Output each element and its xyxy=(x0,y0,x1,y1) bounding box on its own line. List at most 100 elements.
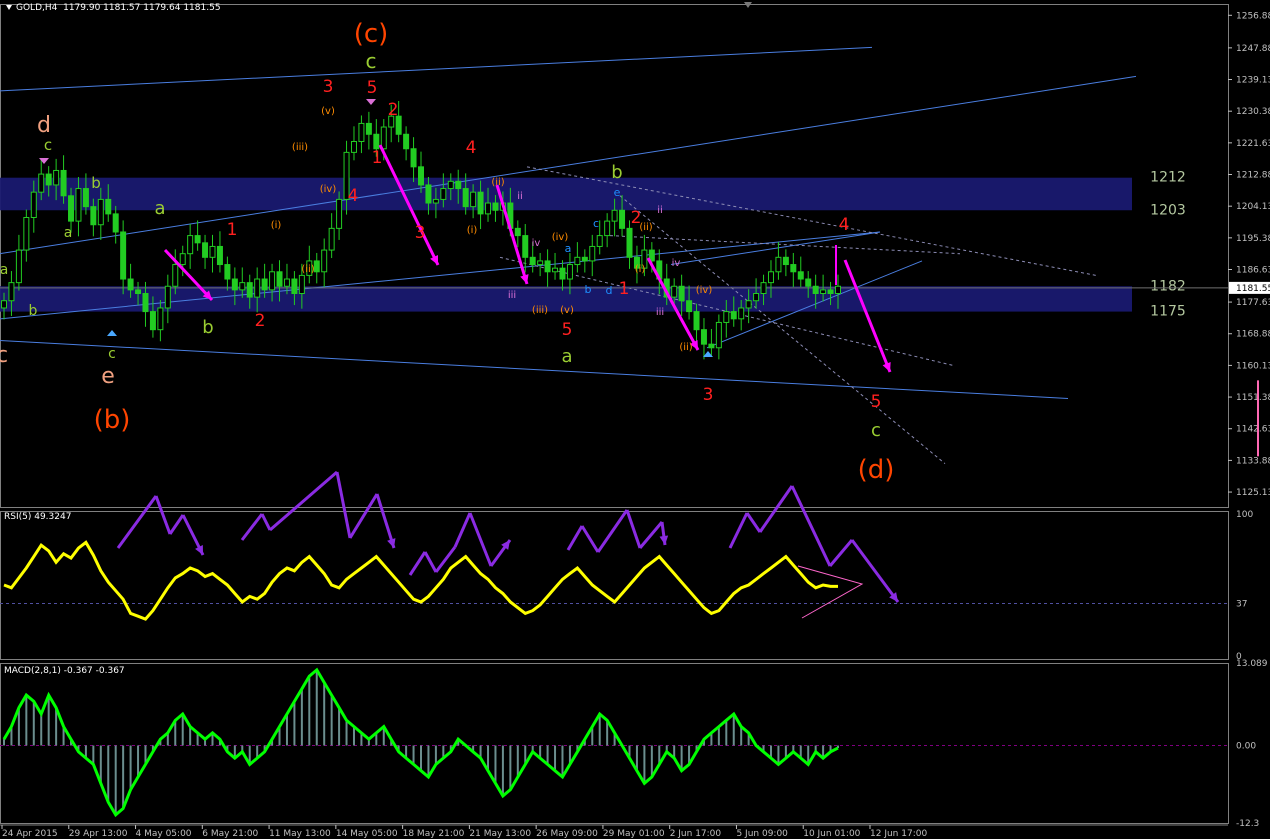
wave-label: e xyxy=(614,186,621,199)
rsi-pattern-line xyxy=(269,470,338,532)
zone-label-top: 1212 xyxy=(1150,170,1186,186)
price-tick-label: 1212.88 xyxy=(1236,171,1270,181)
candle-body xyxy=(775,256,782,273)
rsi-pattern-line xyxy=(580,525,600,553)
candle-body xyxy=(522,235,529,258)
wave-label: c xyxy=(0,343,8,368)
price-tick-label: 1125.13 xyxy=(1236,488,1270,498)
candle-body xyxy=(68,195,75,222)
wave-label: 4 xyxy=(348,186,359,206)
zone-label-top: 1182 xyxy=(1150,278,1186,294)
candle-body xyxy=(745,300,752,309)
time-tick-label: 4 May 05:00 xyxy=(136,829,192,839)
wave-label: 2 xyxy=(255,311,266,331)
candle-body xyxy=(38,173,45,193)
candle-body xyxy=(291,278,298,294)
time-tick-label: 12 Jun 17:00 xyxy=(870,829,927,839)
time-tick-label: 10 Jun 01:00 xyxy=(803,829,860,839)
rsi-pattern-line xyxy=(566,525,584,551)
price-tick-label: 1142.63 xyxy=(1236,425,1270,435)
candle-body xyxy=(604,220,611,237)
wave-label: (iii) xyxy=(292,142,308,153)
wave-label: (i) xyxy=(271,220,282,231)
shift-marker-icon[interactable] xyxy=(744,2,752,8)
candle-body xyxy=(790,264,797,273)
candle-body xyxy=(581,256,588,262)
wave-label: (ii) xyxy=(679,342,692,353)
price-tick-label: 1247.88 xyxy=(1236,44,1270,54)
candle-body xyxy=(715,321,722,349)
candle-body xyxy=(261,278,268,291)
candle-body xyxy=(797,271,804,280)
trend-line xyxy=(0,46,873,92)
rsi-pattern-line xyxy=(335,471,352,539)
wave-label: b xyxy=(611,162,622,183)
rsi-triangle xyxy=(797,565,864,619)
wave-label: 2 xyxy=(388,100,399,120)
support-resistance-zone xyxy=(0,177,1132,211)
candle-body xyxy=(708,343,715,349)
ohlc-values: 1179.90 1181.57 1179.64 1181.55 xyxy=(63,3,221,13)
pivot-arrow-icon xyxy=(366,99,376,105)
wave-label: (v) xyxy=(321,106,335,117)
candle-body xyxy=(45,173,52,186)
wave-label: 4 xyxy=(466,138,477,158)
wave-label: c xyxy=(593,217,599,230)
candle-body xyxy=(410,148,417,168)
rsi-pattern-line xyxy=(468,512,493,567)
candle-body xyxy=(485,202,492,215)
time-tick-label: 29 Apr 13:00 xyxy=(69,829,128,839)
wave-label: b xyxy=(91,174,101,192)
wave-label: (ii) xyxy=(491,177,504,188)
candle-body xyxy=(127,278,134,291)
candle-body xyxy=(462,188,469,208)
symbol-header[interactable]: GOLD,H4 1179.90 1181.57 1179.64 1181.55 xyxy=(6,3,221,13)
wave-label: 1 xyxy=(227,220,238,240)
candle-body xyxy=(298,274,305,294)
candle-body xyxy=(596,235,603,247)
candle-body xyxy=(1,300,7,309)
candle-body xyxy=(552,267,559,273)
candle-body xyxy=(425,184,432,204)
dashed-channel-line xyxy=(619,195,946,464)
candle-body xyxy=(358,122,365,143)
candle-body xyxy=(678,285,685,302)
candle-body xyxy=(492,202,499,211)
candle-body xyxy=(112,213,119,233)
macd-tick-label: -12.3 xyxy=(1236,819,1259,829)
wave-label: iii xyxy=(508,290,516,301)
chart-canvas: 1212120311821175(c)(b)(d)decccbaababcbac… xyxy=(0,4,1270,839)
candle-body xyxy=(626,227,633,258)
price-tick-label: 1186.63 xyxy=(1236,266,1270,276)
trend-line xyxy=(0,340,1069,399)
wave-label: a xyxy=(64,225,73,241)
time-tick-label: 29 May 01:00 xyxy=(603,829,665,839)
rsi-tick-label: 37 xyxy=(1236,599,1247,609)
candle-body xyxy=(224,264,231,280)
candle-body xyxy=(164,285,171,309)
wave-label: d xyxy=(606,284,613,297)
price-tick-label: 1256.88 xyxy=(1236,11,1270,21)
candle-body xyxy=(432,198,439,204)
wave-label: c xyxy=(366,49,377,73)
time-tick-label: 18 May 21:00 xyxy=(403,829,465,839)
wave-label: a xyxy=(0,262,8,278)
rsi-pattern-line xyxy=(790,485,832,567)
candle-body xyxy=(135,289,142,294)
wave-label: 1 xyxy=(619,279,630,299)
macd-tick-label: 0.00 xyxy=(1236,741,1256,751)
candle-body xyxy=(142,292,149,313)
rsi-pattern-arrow xyxy=(850,539,900,603)
time-tick-label: 14 May 05:00 xyxy=(336,829,398,839)
candle-body xyxy=(559,267,566,280)
zone-label-bottom: 1203 xyxy=(1150,202,1186,218)
candle-body xyxy=(738,307,745,320)
candle-body xyxy=(805,278,812,287)
time-tick-label: 24 Apr 2015 xyxy=(2,829,58,839)
candle-body xyxy=(8,282,15,302)
wave-label: b xyxy=(202,317,213,338)
rsi-pattern-line xyxy=(154,495,172,535)
rsi-pattern-line xyxy=(453,512,472,548)
candle-body xyxy=(619,209,626,229)
macd-tick-label: 13.089 xyxy=(1236,659,1268,669)
